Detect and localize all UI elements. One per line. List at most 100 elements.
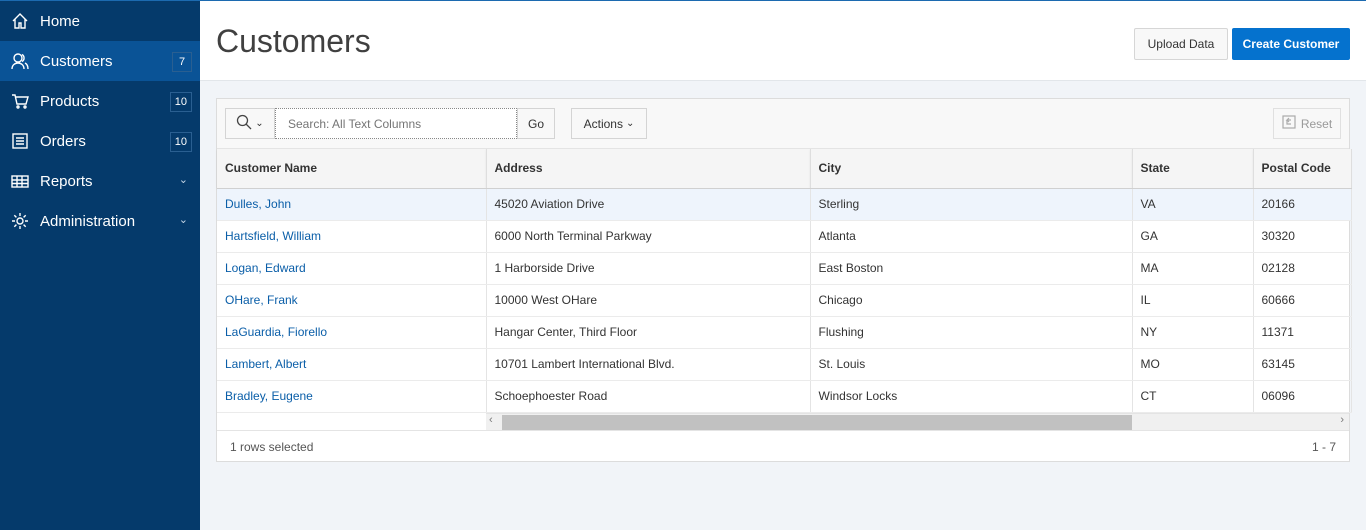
table-cell: 63145 <box>1253 348 1352 381</box>
table-row[interactable]: Dulles, John 45020 Aviation Drive Sterling… <box>217 188 1352 221</box>
table-cell: 06096 <box>1253 380 1352 413</box>
count-badge: 10 <box>169 132 192 152</box>
table-cell: Flushing <box>810 316 1133 349</box>
table-icon <box>11 172 29 190</box>
table-cell: 6000 North Terminal Parkway <box>486 220 811 253</box>
table-cell: East Boston <box>810 252 1133 285</box>
sidebar-item-label: Home <box>40 12 81 30</box>
customers-table: Customer Name Address City State Postal Code… <box>217 149 1352 413</box>
table-cell: VA <box>1132 188 1254 221</box>
table-row[interactable]: OHare, Frank 10000 West OHare Chicago IL 606… <box>217 284 1352 317</box>
table-cell: 30320 <box>1253 220 1352 253</box>
actions-label: Actions <box>583 116 623 131</box>
table-cell: MO <box>1132 348 1254 381</box>
table-cell: 20166 <box>1253 188 1352 221</box>
customer-link[interactable]: Lambert, Albert <box>225 357 306 371</box>
rows-selected-text: 1 rows selected <box>230 439 314 454</box>
table-cell: MA <box>1132 252 1254 285</box>
table-cell: 1 Harborside Drive <box>486 252 811 285</box>
count-badge: 10 <box>169 92 192 112</box>
search-icon <box>236 114 252 133</box>
scroll-right-icon[interactable]: › <box>1340 414 1344 426</box>
customer-link[interactable]: LaGuardia, Fiorello <box>225 325 327 339</box>
column-header[interactable]: State <box>1132 149 1254 189</box>
table-cell: St. Louis <box>810 348 1133 381</box>
column-header[interactable]: City <box>810 149 1133 189</box>
column-header[interactable]: Postal Code <box>1253 149 1352 189</box>
sidebar: Home Customers 7 Products 10 Orders 10 R… <box>0 0 200 530</box>
table-cell: 10701 Lambert International Blvd. <box>486 348 811 381</box>
scroll-left-icon[interactable]: ‹ <box>489 414 493 426</box>
users-icon <box>11 52 29 70</box>
table-cell: Hangar Center, Third Floor <box>486 316 811 349</box>
table-cell: Schoephoester Road <box>486 380 811 413</box>
table-row[interactable]: LaGuardia, Fiorello Hangar Center, Third … <box>217 316 1352 349</box>
table-cell: GA <box>1132 220 1254 253</box>
table-cell: 60666 <box>1253 284 1352 317</box>
gear-icon <box>11 212 29 230</box>
chevron-down-icon[interactable]: ⌄ <box>179 213 188 226</box>
table-cell: Windsor Locks <box>810 380 1133 413</box>
table-cell: 45020 Aviation Drive <box>486 188 811 221</box>
create-customer-button[interactable]: Create Customer <box>1232 28 1350 60</box>
horizontal-scrollbar[interactable]: ‹ › <box>486 412 1349 430</box>
sidebar-item-label: Products <box>40 92 100 110</box>
interactive-report: ⌄ Go Actions ⌄ Reset Customer NameAddres… <box>216 98 1352 463</box>
customer-link[interactable]: OHare, Frank <box>225 293 298 307</box>
list-icon <box>11 132 29 150</box>
scrollbar-thumb[interactable] <box>502 414 1132 430</box>
sidebar-item-home[interactable]: Home <box>0 1 200 41</box>
chevron-down-icon: ⌄ <box>625 118 635 129</box>
page-header: Customers Upload Data Create Customer <box>200 0 1366 81</box>
chevron-down-icon: ⌄ <box>255 118 264 129</box>
table-cell: Lambert, Albert <box>217 348 487 381</box>
table-cell: Sterling <box>810 188 1133 221</box>
actions-menu-button[interactable]: Actions ⌄ <box>571 108 647 139</box>
reset-label: Reset <box>1300 116 1333 131</box>
reset-button[interactable]: Reset <box>1273 108 1341 139</box>
table-cell: Dulles, John <box>217 188 487 221</box>
table-cell: IL <box>1132 284 1254 317</box>
page-title: Customers <box>216 23 371 59</box>
table-cell: Logan, Edward <box>217 252 487 285</box>
search-input[interactable] <box>275 108 517 139</box>
column-header[interactable]: Customer Name <box>217 149 487 189</box>
table-cell: OHare, Frank <box>217 284 487 317</box>
reset-icon <box>1282 115 1296 132</box>
report-footer: 1 rows selected 1 - 7 <box>217 429 1349 463</box>
sidebar-item-administration[interactable]: Administration ⌄ <box>0 201 200 241</box>
search-column-selector[interactable]: ⌄ <box>225 108 275 139</box>
table-cell: NY <box>1132 316 1254 349</box>
customer-link[interactable]: Dulles, John <box>225 197 291 211</box>
table-row[interactable]: Hartsfield, William 6000 North Terminal P… <box>217 220 1352 253</box>
customer-link[interactable]: Logan, Edward <box>225 261 306 275</box>
report-toolbar: ⌄ Go Actions ⌄ Reset <box>217 99 1349 149</box>
table-cell: Chicago <box>810 284 1133 317</box>
chevron-down-icon[interactable]: ⌄ <box>179 173 188 186</box>
sidebar-item-reports[interactable]: Reports ⌄ <box>0 161 200 201</box>
upload-data-button[interactable]: Upload Data <box>1134 28 1228 60</box>
pagination-range: 1 - 7 <box>1311 439 1336 454</box>
table-row[interactable]: Logan, Edward 1 Harborside Drive East Bost… <box>217 252 1352 285</box>
table-row[interactable]: Lambert, Albert 10701 Lambert Internation… <box>217 348 1352 381</box>
table-cell: 02128 <box>1253 252 1352 285</box>
sidebar-item-customers[interactable]: Customers 7 <box>0 41 200 81</box>
sidebar-item-label: Orders <box>40 132 86 150</box>
table-cell: Bradley, Eugene <box>217 380 487 413</box>
column-header[interactable]: Address <box>486 149 811 189</box>
sidebar-item-products[interactable]: Products 10 <box>0 81 200 121</box>
table-cell: LaGuardia, Fiorello <box>217 316 487 349</box>
cart-icon <box>11 92 29 110</box>
customer-link[interactable]: Bradley, Eugene <box>225 389 313 403</box>
sidebar-item-label: Customers <box>40 52 113 70</box>
table-cell: Hartsfield, William <box>217 220 487 253</box>
table-row[interactable]: Bradley, Eugene Schoephoester Road Windsor… <box>217 380 1352 413</box>
home-icon <box>11 12 29 30</box>
table-cell: Atlanta <box>810 220 1133 253</box>
count-badge: 7 <box>172 52 192 72</box>
sidebar-item-orders[interactable]: Orders 10 <box>0 121 200 161</box>
go-button[interactable]: Go <box>517 108 555 139</box>
customer-link[interactable]: Hartsfield, William <box>225 229 321 243</box>
table-cell: CT <box>1132 380 1254 413</box>
table-cell: 10000 West OHare <box>486 284 811 317</box>
